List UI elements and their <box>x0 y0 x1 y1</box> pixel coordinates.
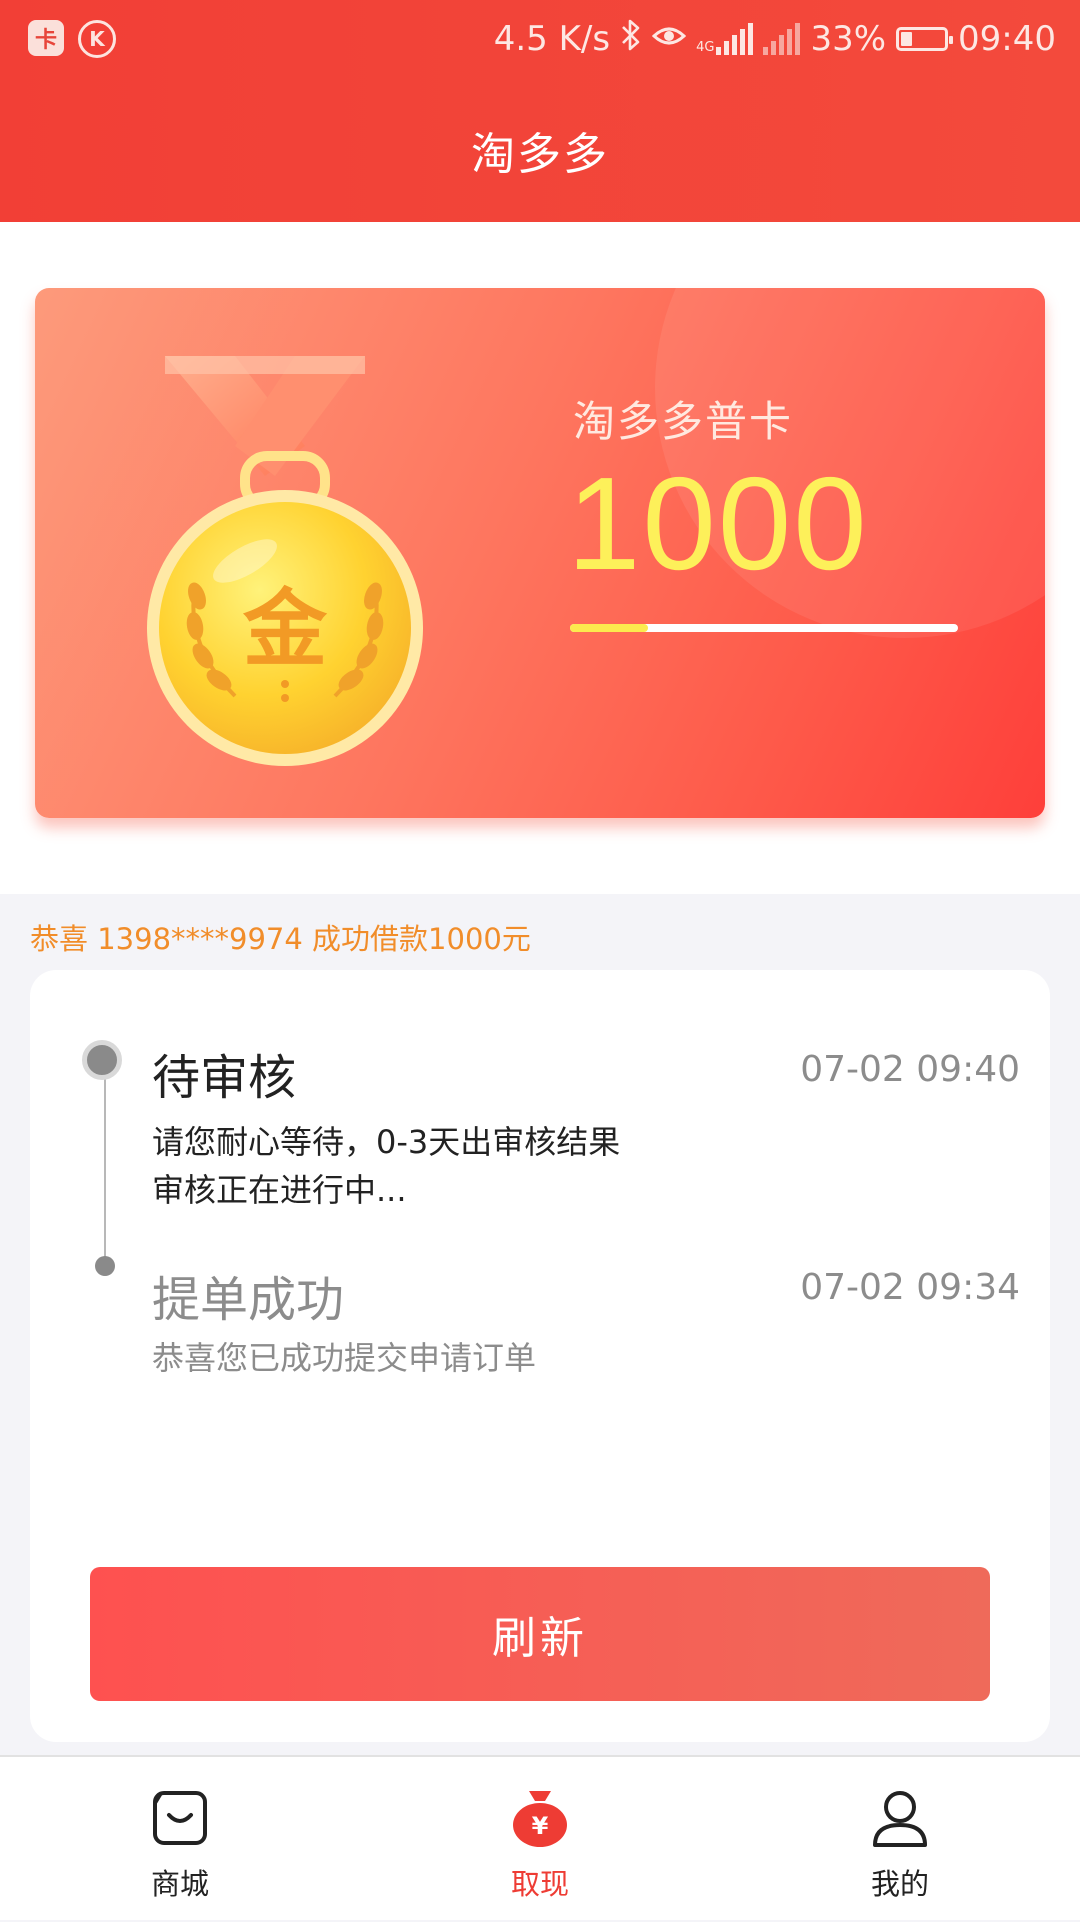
bottom-tab-bar: 商城 ¥ 取现 我的 <box>0 1755 1080 1920</box>
timeline-line <box>104 1058 106 1268</box>
money-bag-icon: ¥ <box>509 1787 571 1849</box>
app-badge-icon: 卡 <box>28 20 64 56</box>
timeline-dot-current <box>82 1040 122 1080</box>
card-name: 淘多多普卡 <box>573 397 794 446</box>
step-title-submitted: 提单成功 <box>152 1272 345 1328</box>
battery-icon <box>896 27 954 51</box>
tab-mall[interactable]: 商城 <box>80 1757 280 1922</box>
step-title-pending: 待审核 <box>152 1050 297 1106</box>
header-bar: 卡 K 4.5 K/s 4G 33% 09:40 淘多多 <box>0 0 1080 222</box>
svg-text:¥: ¥ <box>532 1812 549 1840</box>
refresh-button[interactable]: 刷新 <box>90 1567 990 1701</box>
tab-mine-label: 我的 <box>870 1867 929 1901</box>
step-time-submitted: 07-02 09:34 <box>800 1267 1020 1308</box>
step-desc-pending-line1: 请您耐心等待，0-3天出审核结果 <box>152 1123 621 1161</box>
timeline-dot-past <box>95 1256 115 1276</box>
gold-medal-icon: 金 <box>125 346 445 766</box>
status-bar-app-icons: 卡 K <box>28 20 116 58</box>
loan-notice-text: 恭喜 1398****9974 成功借款1000元 <box>30 922 531 956</box>
status-bar: 卡 K 4.5 K/s 4G 33% 09:40 <box>0 0 1080 78</box>
card-progress-fill <box>570 624 648 632</box>
battery-fill <box>901 32 913 46</box>
clock: 09:40 <box>958 19 1056 59</box>
shopping-bag-icon <box>149 1787 211 1849</box>
step-desc-pending-line2: 审核正在进行中... <box>152 1171 407 1209</box>
cellular-signal-icon: 4G <box>696 23 754 55</box>
tab-withdraw-label: 取现 <box>510 1867 569 1901</box>
person-icon <box>869 1787 931 1849</box>
step-desc-submitted: 恭喜您已成功提交申请订单 <box>152 1339 537 1377</box>
tab-mine[interactable]: 我的 <box>800 1757 1000 1922</box>
signal-bars <box>716 23 754 55</box>
network-type-label: 4G <box>696 40 715 55</box>
k-circle-icon: K <box>78 20 116 58</box>
card-progress-track <box>570 624 958 632</box>
network-speed: 4.5 K/s <box>493 19 611 59</box>
page-title: 淘多多 <box>471 129 609 180</box>
eye-icon <box>651 22 687 57</box>
tab-mall-label: 商城 <box>150 1867 209 1901</box>
step-time-pending: 07-02 09:40 <box>800 1049 1020 1090</box>
tab-withdraw[interactable]: ¥ 取现 <box>440 1757 640 1922</box>
review-status-panel: 待审核 07-02 09:40 请您耐心等待，0-3天出审核结果 审核正在进行中… <box>30 970 1050 1742</box>
battery-percent: 33% <box>810 19 887 59</box>
membership-card: 金 淘多多普卡 1000 <box>35 288 1045 818</box>
no-sim-signal-icon <box>763 23 801 55</box>
card-amount: 1000 <box>567 450 869 597</box>
medal-character: 金 <box>243 580 328 678</box>
bluetooth-icon <box>620 18 642 60</box>
status-bar-indicators: 4.5 K/s 4G 33% 09:40 <box>494 14 1056 64</box>
